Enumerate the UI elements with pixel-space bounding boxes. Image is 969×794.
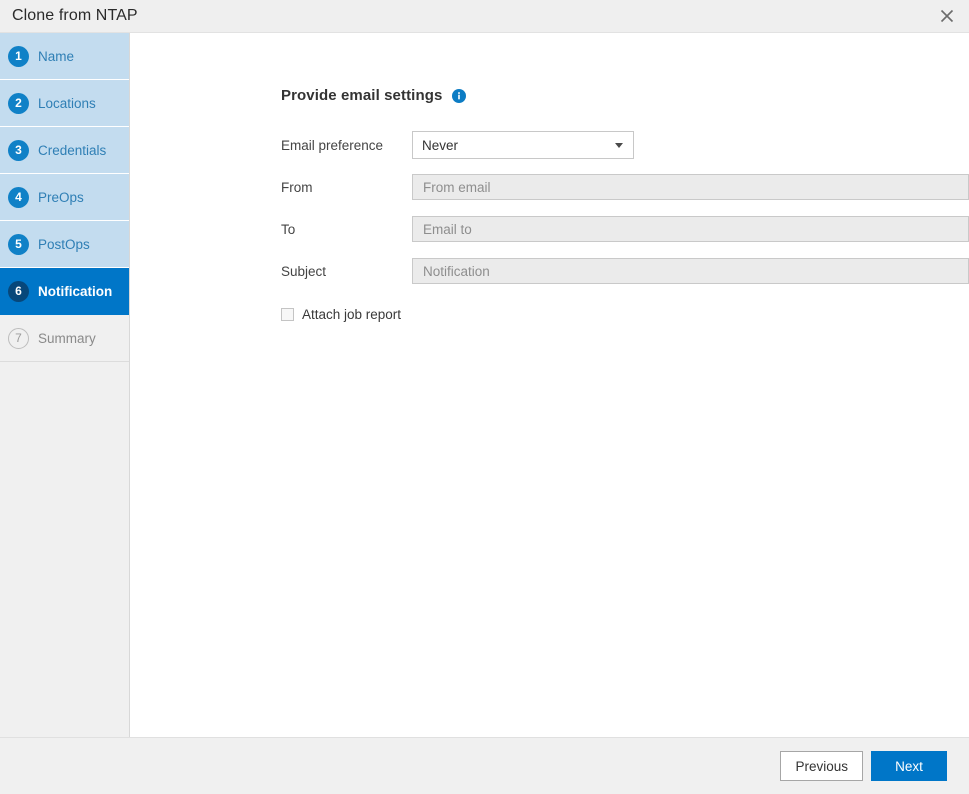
next-button[interactable]: Next — [871, 751, 947, 781]
step-number-badge: 1 — [8, 46, 29, 67]
step-label: PreOps — [38, 190, 84, 205]
dialog-body: 1 Name 2 Locations 3 Credentials 4 PreOp… — [0, 33, 969, 737]
dialog-titlebar: Clone from NTAP — [0, 0, 969, 33]
step-number-badge: 4 — [8, 187, 29, 208]
sidebar-step-name[interactable]: 1 Name — [0, 33, 129, 80]
previous-button[interactable]: Previous — [780, 751, 863, 781]
email-settings-form: Email preference Never From To Subject — [281, 124, 969, 292]
attach-job-report-label: Attach job report — [302, 307, 401, 322]
step-number-badge: 2 — [8, 93, 29, 114]
step-number-badge: 7 — [8, 328, 29, 349]
sidebar-step-postops[interactable]: 5 PostOps — [0, 221, 129, 268]
page-title: Provide email settings — [281, 87, 442, 104]
notification-step-panel: Provide email settings Email preference … — [130, 33, 969, 737]
clone-wizard-dialog: Clone from NTAP 1 Name 2 Locations 3 Cre… — [0, 0, 969, 794]
dialog-footer: Previous Next — [0, 737, 969, 794]
sidebar-step-credentials[interactable]: 3 Credentials — [0, 127, 129, 174]
email-preference-select[interactable]: Never — [412, 131, 634, 159]
close-icon[interactable] — [925, 0, 969, 32]
from-email-input[interactable] — [412, 174, 969, 200]
subject-label: Subject — [281, 264, 412, 279]
form-row-email-preference: Email preference Never — [281, 124, 969, 166]
form-row-from: From — [281, 166, 969, 208]
to-email-input[interactable] — [412, 216, 969, 242]
step-label: Locations — [38, 96, 96, 111]
subject-input[interactable] — [412, 258, 969, 284]
section-header: Provide email settings — [281, 87, 969, 104]
from-label: From — [281, 180, 412, 195]
sidebar-filler — [0, 362, 129, 737]
step-number-badge: 3 — [8, 140, 29, 161]
wizard-steps-sidebar: 1 Name 2 Locations 3 Credentials 4 PreOp… — [0, 33, 130, 737]
step-label: Name — [38, 49, 74, 64]
form-row-subject: Subject — [281, 250, 969, 292]
sidebar-step-preops[interactable]: 4 PreOps — [0, 174, 129, 221]
step-number-badge: 5 — [8, 234, 29, 255]
step-label: Summary — [38, 331, 96, 346]
chevron-down-icon — [615, 143, 623, 148]
attach-job-report-row[interactable]: Attach job report — [281, 307, 969, 322]
attach-job-report-checkbox[interactable] — [281, 308, 294, 321]
dialog-title: Clone from NTAP — [12, 7, 138, 25]
step-label: PostOps — [38, 237, 90, 252]
info-icon[interactable] — [452, 89, 466, 103]
to-label: To — [281, 222, 412, 237]
email-preference-value: Never — [422, 138, 458, 153]
sidebar-step-notification[interactable]: 6 Notification — [0, 268, 129, 315]
form-row-to: To — [281, 208, 969, 250]
sidebar-step-locations[interactable]: 2 Locations — [0, 80, 129, 127]
step-label: Credentials — [38, 143, 106, 158]
step-number-badge: 6 — [8, 281, 29, 302]
sidebar-step-summary[interactable]: 7 Summary — [0, 315, 129, 362]
email-preference-label: Email preference — [281, 138, 412, 153]
step-label: Notification — [38, 284, 112, 299]
